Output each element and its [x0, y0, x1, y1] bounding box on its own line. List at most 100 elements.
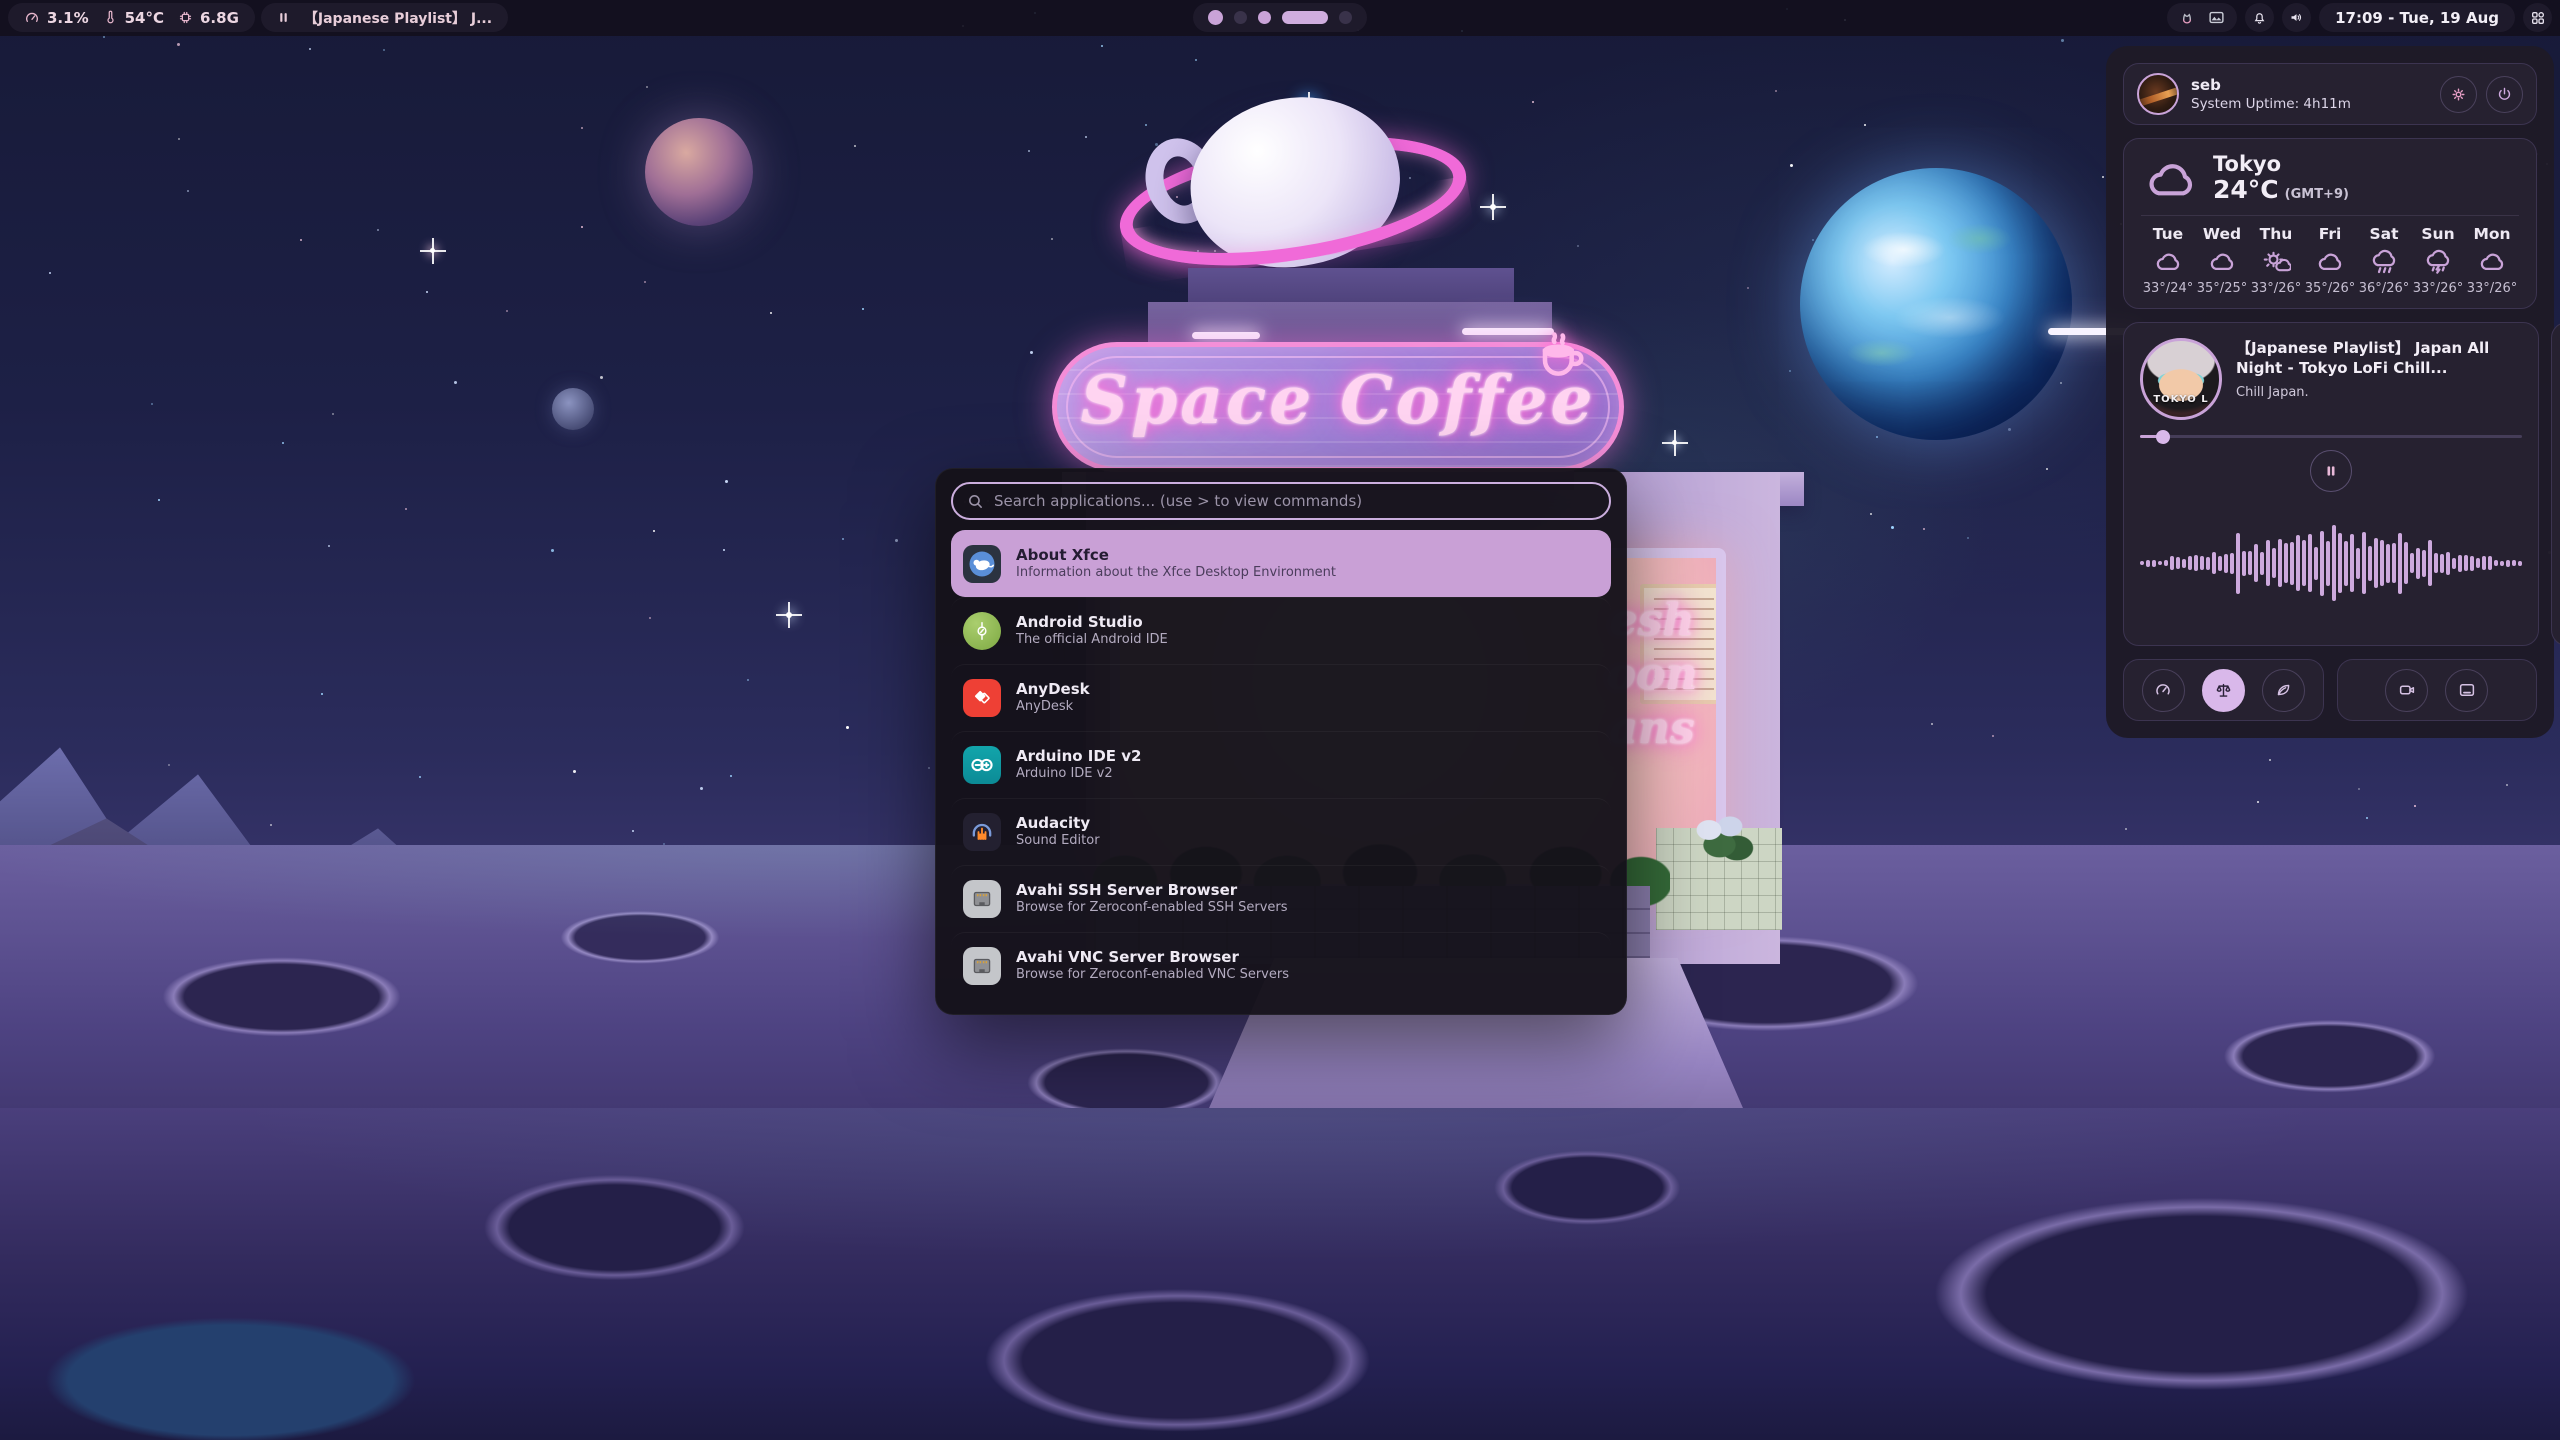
workspace-dot-2[interactable] [1234, 11, 1247, 24]
audio-visualizer [2140, 496, 2522, 630]
workspace-indicator[interactable] [1193, 3, 1367, 32]
volume-button[interactable] [2282, 3, 2311, 32]
weather-timezone: (GMT+9) [2285, 187, 2349, 202]
desktop: esh oon ans Space Coffee [0, 0, 2560, 1440]
forecast-temps: 35°/26° [2303, 281, 2357, 296]
user-card: seb System Uptime: 4h11m [2123, 63, 2537, 125]
result-subtitle: AnyDesk [1016, 699, 1090, 716]
notifications-button[interactable] [2245, 3, 2274, 32]
search-bar[interactable] [951, 482, 1611, 520]
leaf-icon [2274, 681, 2292, 699]
forecast-temps: 33°/26° [2411, 281, 2465, 296]
forecast-day: Sat [2357, 225, 2411, 243]
settings-button[interactable] [2440, 76, 2477, 113]
balanced-mode-button[interactable] [2202, 669, 2245, 712]
username: seb [2191, 76, 2351, 94]
now-playing-label: 【Japanese Playlist】 J... [304, 8, 492, 28]
power-icon [2496, 86, 2513, 103]
tray-pill[interactable] [2167, 3, 2237, 32]
pause-icon [277, 11, 290, 24]
result-row-audacity[interactable]: AudacitySound Editor [951, 798, 1611, 865]
power-saver-mode-button[interactable] [2262, 669, 2305, 712]
memory-value: 6.8G [200, 9, 239, 27]
capture-card [2337, 659, 2538, 721]
result-title: AnyDesk [1016, 680, 1090, 699]
result-subtitle: Browse for Zeroconf-enabled SSH Servers [1016, 900, 1288, 917]
gear-icon [2450, 86, 2467, 103]
cat-icon[interactable] [2179, 10, 2195, 26]
storm-icon [2411, 246, 2465, 278]
scales-icon [2214, 681, 2233, 700]
weather-city: Tokyo [2213, 153, 2349, 175]
network-port-app-icon [963, 947, 1001, 985]
forecast-day: Fri [2303, 225, 2357, 243]
result-subtitle: The official Android IDE [1016, 632, 1168, 649]
seek-handle[interactable] [2156, 430, 2170, 444]
workspace-dot-5[interactable] [1339, 11, 1352, 24]
cloud-icon [2141, 157, 2199, 201]
power-profile-card [2123, 659, 2324, 721]
speedometer-icon [2154, 681, 2172, 699]
power-button[interactable] [2486, 76, 2523, 113]
workspace-current[interactable] [1282, 11, 1328, 24]
pause-icon [2324, 464, 2338, 478]
rain-icon [2357, 246, 2411, 278]
speaker-icon [2289, 10, 2304, 25]
result-row-about-xfce[interactable]: About XfceInformation about the Xfce Des… [951, 530, 1611, 597]
app-grid-button[interactable] [2523, 3, 2552, 32]
temp-stat: 54°C [103, 9, 164, 27]
divider [2141, 215, 2519, 216]
network-port-app-icon [963, 880, 1001, 918]
result-row-android-studio[interactable]: Android StudioThe official Android IDE [951, 597, 1611, 664]
result-title: Audacity [1016, 814, 1100, 833]
anydesk-app-icon [963, 679, 1001, 717]
media-player-card: TOKYO L 【Japanese Playlist】 Japan All Ni… [2123, 322, 2539, 646]
result-title: About Xfce [1016, 546, 1336, 565]
control-panel: seb System Uptime: 4h11m Tokyo 24°C (GMT… [2106, 46, 2554, 738]
star-sparkle [1490, 204, 1496, 210]
album-art-text: TOKYO L [2143, 394, 2219, 405]
result-row-arduino[interactable]: Arduino IDE v2Arduino IDE v2 [951, 731, 1611, 798]
weather-temp: 24°C [2213, 175, 2279, 204]
star-sparkle [430, 248, 435, 253]
result-title: Arduino IDE v2 [1016, 747, 1142, 766]
screenshot-button[interactable] [2445, 669, 2488, 712]
audacity-app-icon [963, 813, 1001, 851]
cpu-usage-value: 3.1% [47, 9, 89, 27]
result-row-avahi-ssh[interactable]: Avahi SSH Server BrowserBrowse for Zeroc… [951, 865, 1611, 932]
top-bar: 3.1% 54°C 6.8G 【Japanese Playlist】 J... [0, 0, 2560, 36]
forecast-temps: 35°/25° [2195, 281, 2249, 296]
app-launcher: About XfceInformation about the Xfce Des… [935, 468, 1627, 1015]
forecast-day: Wed [2195, 225, 2249, 243]
search-input[interactable] [994, 492, 1595, 510]
screen-record-button[interactable] [2385, 669, 2428, 712]
forecast-temps: 36°/26° [2357, 281, 2411, 296]
crater-foreground [0, 1108, 2560, 1440]
bell-icon [2252, 10, 2267, 25]
play-pause-button[interactable] [2310, 450, 2352, 492]
result-row-avahi-vnc[interactable]: Avahi VNC Server BrowserBrowse for Zeroc… [951, 932, 1611, 999]
temp-value: 54°C [125, 9, 164, 27]
system-stats-pill: 3.1% 54°C 6.8G [8, 3, 255, 32]
planet-icon [645, 118, 753, 226]
wallpaper-icon[interactable] [2208, 9, 2225, 26]
forecast-day: Sun [2411, 225, 2465, 243]
performance-mode-button[interactable] [2142, 669, 2185, 712]
result-title: Avahi VNC Server Browser [1016, 948, 1289, 967]
album-art: TOKYO L [2140, 338, 2222, 420]
seek-bar[interactable] [2140, 435, 2522, 438]
result-row-anydesk[interactable]: AnyDeskAnyDesk [951, 664, 1611, 731]
track-artist: Chill Japan. [2236, 385, 2522, 400]
result-subtitle: Information about the Xfce Desktop Envir… [1016, 565, 1336, 582]
cloud-icon [2195, 246, 2249, 278]
app-grid-icon [2530, 10, 2546, 26]
thermometer-icon [103, 10, 118, 25]
system-gauges-card: 3.1% 54°C 14% 24% [2551, 322, 2560, 646]
workspace-dot-3[interactable] [1258, 11, 1271, 24]
cloud-icon [2465, 246, 2519, 278]
memory-stat: 6.8G [178, 9, 239, 27]
workspace-dot-1[interactable] [1208, 10, 1223, 25]
now-playing-pill[interactable]: 【Japanese Playlist】 J... [261, 3, 508, 32]
clock-pill[interactable]: 17:09 - Tue, 19 Aug [2319, 3, 2515, 32]
android-studio-app-icon [963, 612, 1001, 650]
